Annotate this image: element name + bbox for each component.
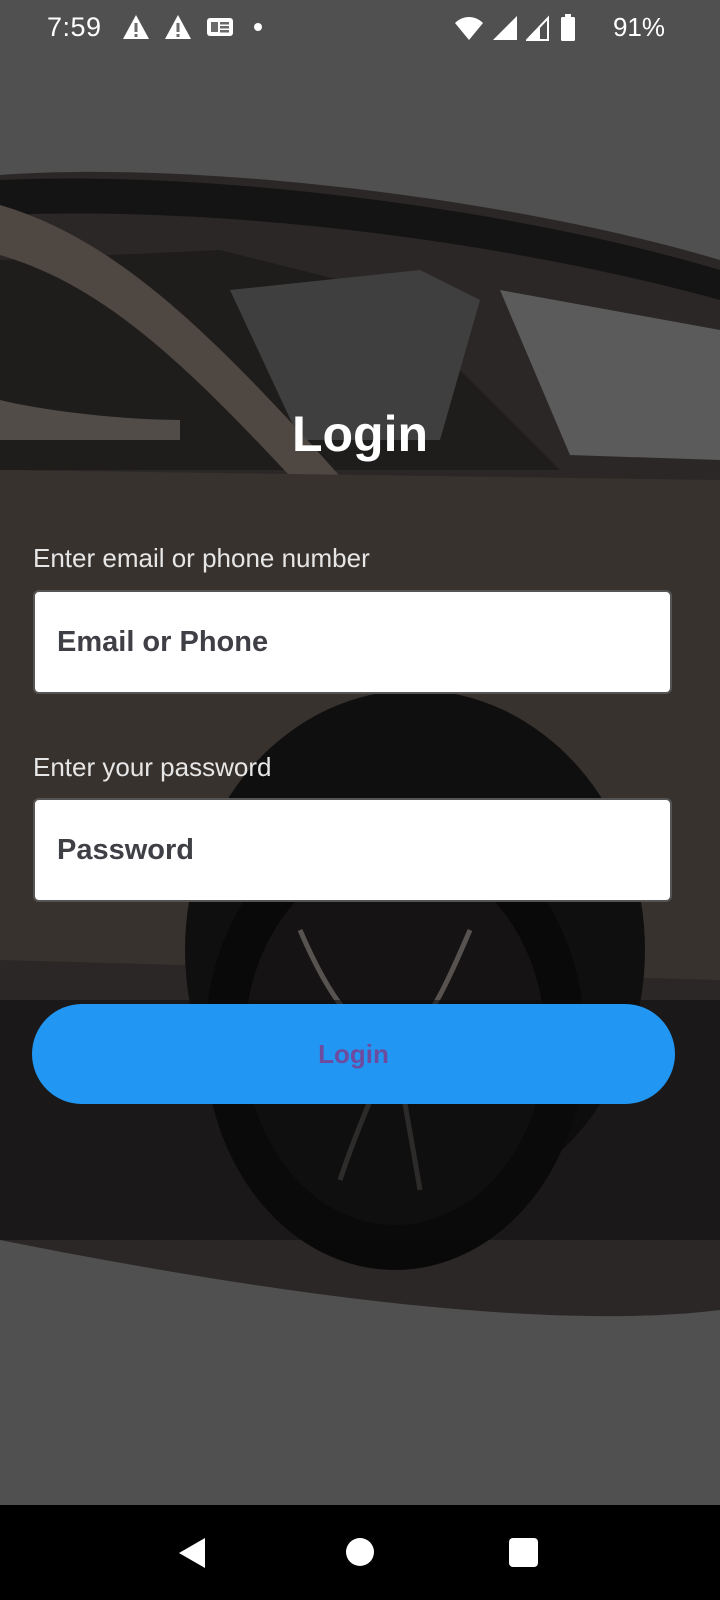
signal-icon — [493, 16, 517, 40]
navigation-bar — [0, 1505, 720, 1600]
wifi-icon — [455, 17, 483, 40]
password-label: Enter your password — [33, 752, 272, 782]
login-screen: 7:59 91% Login Enter email or phone numb… — [0, 0, 720, 1600]
news-icon — [207, 18, 233, 36]
email-or-phone-field[interactable] — [33, 590, 672, 694]
signal-icon — [526, 15, 549, 41]
recents-icon[interactable] — [509, 1538, 538, 1567]
battery-percent: 91% — [612, 12, 665, 42]
notification-icons — [122, 14, 262, 40]
status-bar: 7:59 91% — [0, 0, 720, 58]
home-icon[interactable] — [346, 1538, 374, 1566]
warning-icon — [123, 15, 149, 39]
status-time: 7:59 — [47, 12, 102, 42]
password-field[interactable] — [33, 798, 672, 902]
login-button[interactable]: Login — [32, 1004, 675, 1104]
battery-icon — [561, 14, 575, 41]
back-icon[interactable] — [178, 1537, 206, 1569]
warning-icon — [165, 15, 191, 39]
email-label: Enter email or phone number — [33, 543, 370, 573]
page-title: Login — [291, 406, 429, 462]
notification-dot-icon — [254, 23, 262, 31]
